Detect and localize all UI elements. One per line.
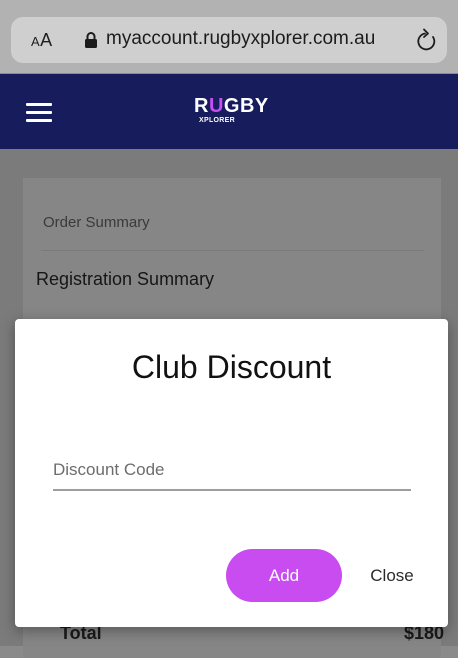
logo-wordmark: RUGBY: [194, 95, 269, 117]
club-discount-modal: Club Discount Add Close: [15, 319, 448, 627]
reload-icon[interactable]: [416, 28, 438, 52]
site-header: RUGBY XPLORER: [0, 74, 458, 149]
lock-icon: [85, 32, 97, 48]
divider: [41, 250, 424, 251]
registration-summary-label: Registration Summary: [36, 269, 215, 289]
rugby-xplorer-logo[interactable]: RUGBY XPLORER: [194, 96, 274, 126]
modal-title: Club Discount: [131, 349, 332, 385]
add-button[interactable]: Add: [226, 549, 342, 602]
url-bar[interactable]: AA myaccount.rugbyxplorer.com.au: [11, 17, 447, 63]
url-text: myaccount.rugbyxplorer.com.au: [106, 28, 376, 49]
hamburger-icon[interactable]: [26, 103, 52, 122]
browser-address-bar: AA myaccount.rugbyxplorer.com.au: [0, 0, 458, 74]
order-summary-label: Order Summary: [43, 214, 150, 231]
logo-subtitle: XPLORER: [199, 117, 235, 124]
discount-code-input[interactable]: [53, 451, 411, 491]
text-size-button[interactable]: AA: [31, 30, 53, 51]
close-button[interactable]: Close: [357, 549, 427, 602]
